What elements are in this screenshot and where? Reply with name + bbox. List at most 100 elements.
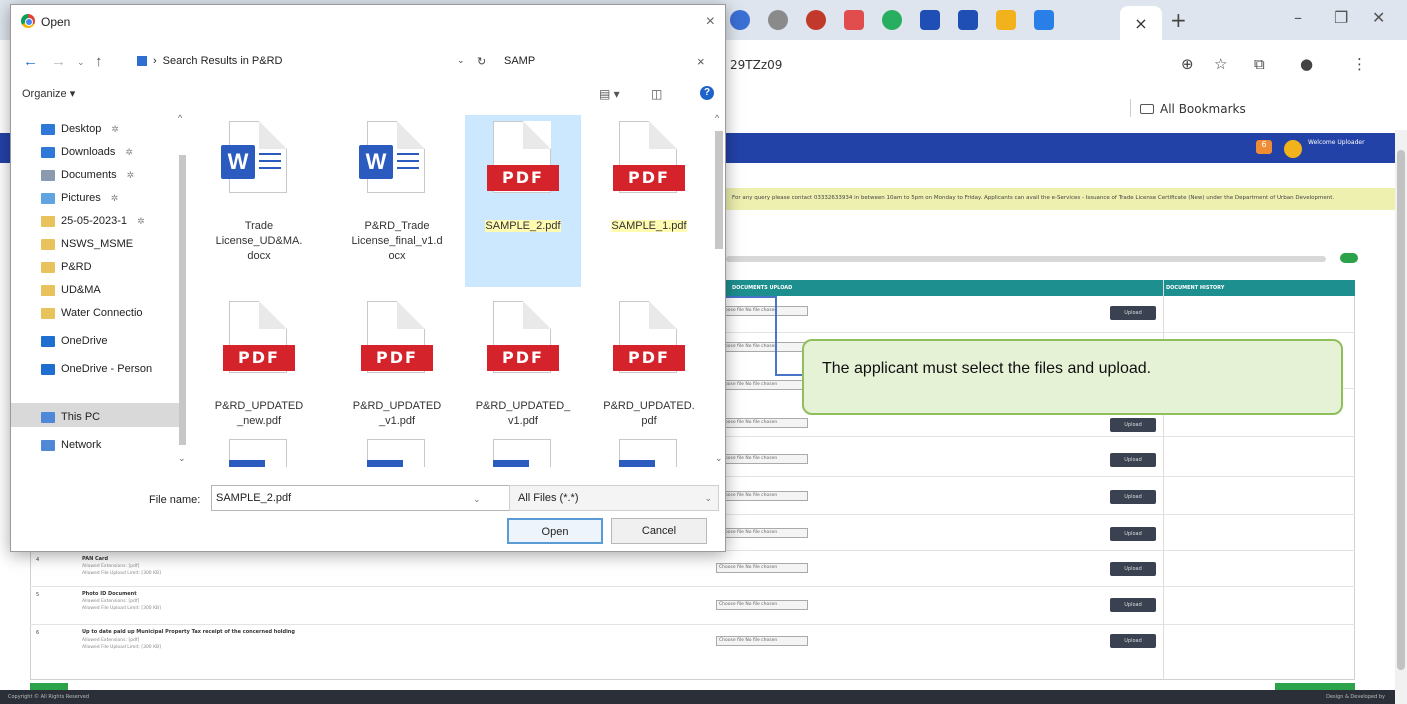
search-clear-icon[interactable]: × bbox=[697, 54, 705, 69]
restore-icon[interactable]: ❐ bbox=[1334, 8, 1348, 27]
tab-favicon[interactable] bbox=[844, 10, 864, 30]
search-input[interactable]: SAMP bbox=[504, 55, 535, 67]
navigation-scroll-thumb[interactable] bbox=[179, 155, 186, 445]
file-name-dropdown-icon[interactable]: ⌄ bbox=[473, 494, 481, 505]
help-icon[interactable]: ? bbox=[700, 86, 714, 100]
forward-arrow-icon[interactable]: → bbox=[51, 53, 66, 70]
zoom-icon[interactable]: ⊕ bbox=[1181, 55, 1194, 73]
word-file-icon[interactable] bbox=[493, 439, 551, 467]
upload-button[interactable]: Upload bbox=[1110, 527, 1156, 541]
cancel-button[interactable]: Cancel bbox=[611, 518, 707, 544]
nav-item[interactable]: Pictures ✲ bbox=[41, 192, 118, 204]
url-text[interactable]: 29TZz09 bbox=[730, 58, 782, 72]
choose-file-input[interactable]: Choose file No file chosen bbox=[716, 563, 808, 573]
upload-button[interactable]: Upload bbox=[1110, 634, 1156, 648]
view-options-icon[interactable]: ▤ ▾ bbox=[599, 87, 620, 101]
choose-file-input[interactable]: Choose file No file chosen bbox=[716, 636, 808, 646]
nav-item[interactable]: Documents ✲ bbox=[41, 169, 134, 181]
choose-file-input[interactable]: Choose file No file chosen bbox=[716, 600, 808, 610]
choose-file-input[interactable]: Choose file No file chosen bbox=[716, 454, 808, 464]
recent-chevron-icon[interactable]: ⌄ bbox=[77, 57, 85, 68]
choose-file-input[interactable]: Choose file No file chosen bbox=[716, 380, 808, 390]
upload-button[interactable]: Upload bbox=[1110, 598, 1156, 612]
file-list-scrollbar[interactable]: ^ ⌄ bbox=[711, 111, 727, 467]
nav-item[interactable]: Water Connectio bbox=[41, 307, 143, 319]
extensions-icon[interactable]: ⧉ bbox=[1254, 55, 1265, 73]
choose-file-input[interactable]: Choose file No file chosen bbox=[716, 491, 808, 501]
refresh-icon[interactable]: ↻ bbox=[477, 55, 486, 68]
active-tab[interactable]: × bbox=[1120, 6, 1162, 40]
upload-button[interactable]: Upload bbox=[1110, 418, 1156, 432]
page-scroll-thumb[interactable] bbox=[1397, 150, 1405, 670]
organize-menu[interactable]: Organize ▾ bbox=[22, 87, 75, 100]
menu-kebab-icon[interactable]: ⋮ bbox=[1352, 55, 1367, 73]
preview-pane-icon[interactable]: ◫ bbox=[651, 87, 662, 101]
choose-file-input[interactable]: Choose file No file chosen bbox=[716, 418, 808, 428]
nav-item[interactable]: Desktop ✲ bbox=[41, 123, 119, 135]
upload-button[interactable]: Upload bbox=[1110, 306, 1156, 320]
nav-item[interactable]: 25-05-2023-1 ✲ bbox=[41, 215, 145, 227]
upload-button[interactable]: Upload bbox=[1110, 562, 1156, 576]
bookmark-star-icon[interactable]: ☆ bbox=[1214, 55, 1227, 73]
file-list-scroll-thumb[interactable] bbox=[715, 131, 723, 249]
upload-button[interactable]: Upload bbox=[1110, 453, 1156, 467]
avatar[interactable] bbox=[1284, 140, 1302, 158]
tab-close-icon[interactable]: × bbox=[1134, 14, 1147, 33]
word-file-icon[interactable] bbox=[367, 439, 425, 467]
tab-favicon[interactable] bbox=[730, 10, 750, 30]
file-name-input[interactable] bbox=[211, 485, 511, 511]
tab-favicon[interactable] bbox=[920, 10, 940, 30]
nav-item[interactable]: NSWS_MSME bbox=[41, 238, 133, 250]
up-arrow-icon[interactable]: ↑ bbox=[95, 53, 103, 70]
all-bookmarks-button[interactable]: All Bookmarks bbox=[1130, 99, 1246, 117]
nav-item[interactable]: This PC bbox=[41, 411, 100, 423]
tab-favicon[interactable] bbox=[958, 10, 978, 30]
window-close-icon[interactable]: ✕ bbox=[1372, 8, 1385, 27]
file-item[interactable]: PDF SAMPLE_2.pdf bbox=[465, 115, 581, 287]
welcome-text: Welcome Uploader bbox=[1308, 139, 1365, 146]
nav-item[interactable]: OneDrive bbox=[41, 335, 107, 347]
open-button[interactable]: Open bbox=[507, 518, 603, 544]
file-item[interactable]: PDF SAMPLE_1.pdf bbox=[591, 115, 707, 287]
dialog-close-icon[interactable]: × bbox=[706, 13, 715, 31]
pin-icon: ✲ bbox=[125, 146, 133, 157]
address-dropdown-icon[interactable]: ⌄ bbox=[457, 55, 465, 66]
folder-icon bbox=[41, 307, 55, 319]
nav-item[interactable]: OneDrive - Person bbox=[41, 363, 152, 375]
choose-file-input[interactable]: Choose file No file chosen bbox=[716, 528, 808, 538]
word-file-icon[interactable] bbox=[619, 439, 677, 467]
breadcrumb[interactable]: › Search Results in P&RD bbox=[137, 55, 283, 67]
file-item[interactable]: W P&RD_Trade License_final_v1.d ocx bbox=[339, 115, 455, 287]
nav-item[interactable]: Downloads ✲ bbox=[41, 146, 133, 158]
tab-favicon[interactable] bbox=[882, 10, 902, 30]
file-item[interactable]: W Trade License_UD&MA. docx bbox=[201, 115, 317, 287]
nav-item[interactable]: Network bbox=[41, 439, 101, 451]
profile-icon[interactable]: ● bbox=[1300, 55, 1313, 73]
row-title: Up to date paid up Municipal Property Ta… bbox=[82, 629, 295, 635]
word-file-icon[interactable] bbox=[229, 439, 287, 467]
tab-favicon[interactable] bbox=[806, 10, 826, 30]
choose-file-input[interactable]: Choose file No file chosen bbox=[716, 342, 808, 352]
page-scrollbar[interactable] bbox=[1395, 130, 1407, 704]
pin-icon: ✲ bbox=[110, 192, 119, 203]
scroll-down-icon[interactable]: ⌄ bbox=[178, 453, 186, 464]
tab-favicon[interactable] bbox=[1034, 10, 1054, 30]
folder-icon bbox=[41, 335, 55, 347]
file-type-select[interactable]: All Files (*.*) ⌄ bbox=[509, 485, 719, 511]
scroll-down-icon[interactable]: ⌄ bbox=[715, 453, 723, 464]
notification-badge[interactable]: 6 bbox=[1256, 140, 1272, 154]
tab-favicon[interactable] bbox=[768, 10, 788, 30]
pdf-badge: PDF bbox=[613, 165, 685, 191]
scroll-up-icon[interactable]: ^ bbox=[715, 113, 719, 123]
breadcrumb-text[interactable]: Search Results in P&RD bbox=[163, 55, 283, 67]
drive-tab-favicon[interactable] bbox=[996, 10, 1016, 30]
minimize-icon[interactable]: – bbox=[1294, 8, 1302, 27]
nav-item[interactable]: UD&MA bbox=[41, 284, 101, 296]
navigation-scrollbar[interactable]: ^ ⌄ bbox=[175, 111, 189, 467]
back-arrow-icon[interactable]: ← bbox=[23, 53, 38, 70]
scroll-up-icon[interactable]: ^ bbox=[178, 113, 182, 123]
upload-button[interactable]: Upload bbox=[1110, 490, 1156, 504]
choose-file-input[interactable]: Choose file No file chosen bbox=[716, 306, 808, 316]
new-tab-button[interactable]: + bbox=[1170, 8, 1187, 32]
nav-item[interactable]: P&RD bbox=[41, 261, 92, 273]
